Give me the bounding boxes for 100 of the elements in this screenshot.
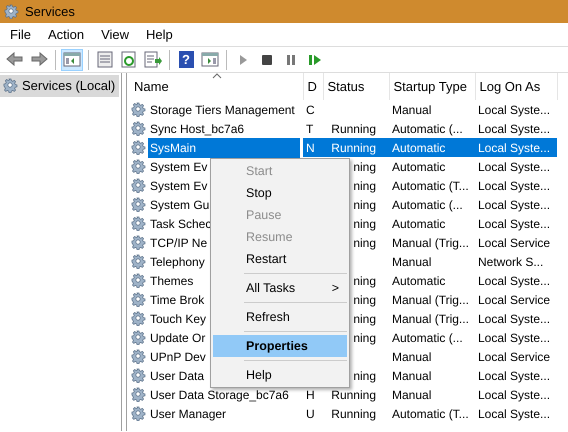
gear-icon [131, 178, 146, 193]
status-text: ning [353, 236, 376, 250]
column-header[interactable]: Startup Type [389, 73, 475, 100]
startup-type-cell-text: Manual [391, 386, 432, 404]
gear-icon [131, 273, 146, 288]
menu-item[interactable]: File [2, 24, 40, 44]
status-text: ning [353, 178, 376, 192]
startup-type-cell-text: Manual (Trig... [391, 292, 470, 308]
menu-item[interactable]: Help [213, 364, 347, 386]
gear-icon [131, 311, 146, 326]
window-title: Services [25, 2, 75, 21]
properties-icon [95, 50, 115, 69]
menu-item[interactable]: Help [138, 24, 182, 44]
table-cell-text: U [305, 406, 316, 422]
log-on-as-cell-text: Local Syste... [477, 330, 552, 346]
status-text: ning [353, 198, 376, 212]
back-arrow-icon [5, 50, 25, 69]
service-name[interactable]: UPnP Dev [148, 346, 208, 366]
log-on-as-cell-text: Local Syste... [477, 196, 552, 214]
log-on-as-cell-text: Local Service [477, 292, 552, 308]
log-on-as-cell: Local Syste... [475, 157, 557, 176]
startup-type-cell-text: Manual [391, 348, 432, 366]
menu-item[interactable]: All Tasks > [213, 277, 347, 299]
column-header[interactable]: Log On As [475, 73, 557, 100]
gear-icon [131, 102, 146, 117]
table-cell: C [303, 100, 323, 119]
startup-type-cell: Automatic [389, 157, 475, 176]
status-text: ning [353, 216, 376, 230]
log-on-as-cell: Local Syste... [475, 100, 557, 119]
log-on-as-cell-text: Local Syste... [477, 178, 552, 194]
service-name[interactable]: System Gu [148, 194, 212, 214]
menu-item[interactable]: Stop [213, 182, 347, 204]
status-text: ning [353, 274, 376, 288]
gear-icon [131, 159, 146, 174]
status-text: Running [331, 122, 376, 136]
service-name[interactable]: SysMain [148, 138, 300, 158]
service-name[interactable]: System Ev [148, 156, 210, 176]
service-name[interactable]: User Data Storage_bc7a6 [148, 384, 291, 404]
service-name[interactable]: Storage Tiers Management [148, 100, 297, 120]
column-header[interactable]: D [303, 73, 323, 100]
gear-icon [131, 235, 146, 250]
startup-type-cell: Automatic [389, 138, 475, 157]
log-on-as-cell-text: Local Syste... [477, 272, 552, 290]
menu-item[interactable]: Properties [213, 335, 347, 357]
menu-item[interactable]: Refresh [213, 306, 347, 328]
gear-icon [131, 121, 146, 136]
status-text: Running [331, 388, 376, 402]
service-name[interactable]: Time Brok [148, 290, 206, 310]
status-text: ning [353, 312, 376, 326]
startup-type-cell-text: Automatic (T... [391, 178, 470, 194]
menu-item[interactable]: View [93, 24, 138, 44]
service-name[interactable]: User Manager [148, 404, 228, 424]
column-header[interactable]: Name [130, 73, 303, 100]
menu-item[interactable]: Action [40, 24, 94, 44]
service-name[interactable]: Sync Host_bc7a6 [148, 118, 246, 138]
submenu-arrow: > [332, 280, 339, 297]
service-name[interactable]: Touch Key [148, 308, 208, 328]
export-list-icon [143, 50, 163, 69]
log-on-as-cell-text: Local Service [477, 234, 552, 252]
startup-type-cell-text: Automatic (... [391, 196, 464, 214]
tree-item[interactable]: Services (Local) [0, 75, 120, 96]
console-tree-button[interactable] [61, 48, 83, 70]
menu-item[interactable]: Restart [213, 248, 347, 270]
gear-icon [131, 330, 146, 345]
status-text: ning [353, 160, 376, 174]
table-cell: T [303, 119, 323, 138]
log-on-as-cell-text: Local Service [477, 348, 552, 366]
startup-type-cell-text: Automatic [391, 216, 446, 232]
log-on-as-cell-text: Network S... [477, 254, 544, 270]
startup-type-cell: Manual [389, 100, 475, 119]
gear-icon [131, 349, 146, 364]
log-on-as-cell-text: Local Syste... [477, 386, 552, 404]
service-name[interactable]: Telephony [148, 252, 207, 272]
table-cell-text: H [305, 386, 316, 404]
gear-icon [131, 292, 146, 307]
startup-type-cell-text: Manual (Trig... [391, 310, 470, 328]
service-name[interactable]: Task Schec [148, 214, 214, 234]
startup-type-cell: Automatic (... [389, 119, 475, 138]
log-on-as-cell-text: Local Syste... [477, 310, 552, 328]
status-text: ning [353, 292, 376, 306]
service-name[interactable]: Update Or [148, 328, 208, 348]
export-list-button[interactable] [142, 48, 164, 70]
status-text: ning [353, 368, 376, 382]
action-pane-icon [200, 50, 220, 69]
column-header[interactable]: Status [323, 73, 389, 100]
table-cell: N [303, 138, 323, 157]
console-tree-icon [62, 50, 82, 69]
gear-icon [131, 140, 146, 155]
gear-icon [3, 78, 18, 94]
startup-type-cell-text: Manual (Trig... [391, 234, 470, 252]
service-name[interactable]: System Ev [148, 176, 210, 196]
status-text: ning [353, 330, 376, 344]
gear-icon [131, 216, 146, 231]
service-name[interactable]: TCP/IP Ne [148, 232, 210, 252]
gear-icon [131, 197, 146, 212]
startup-type-cell-text: Automatic [391, 272, 446, 290]
service-name[interactable]: User Data [148, 366, 206, 386]
service-name[interactable]: Themes [148, 270, 196, 290]
startup-type-cell-text: Manual [391, 368, 432, 384]
gear-icon [4, 4, 19, 19]
